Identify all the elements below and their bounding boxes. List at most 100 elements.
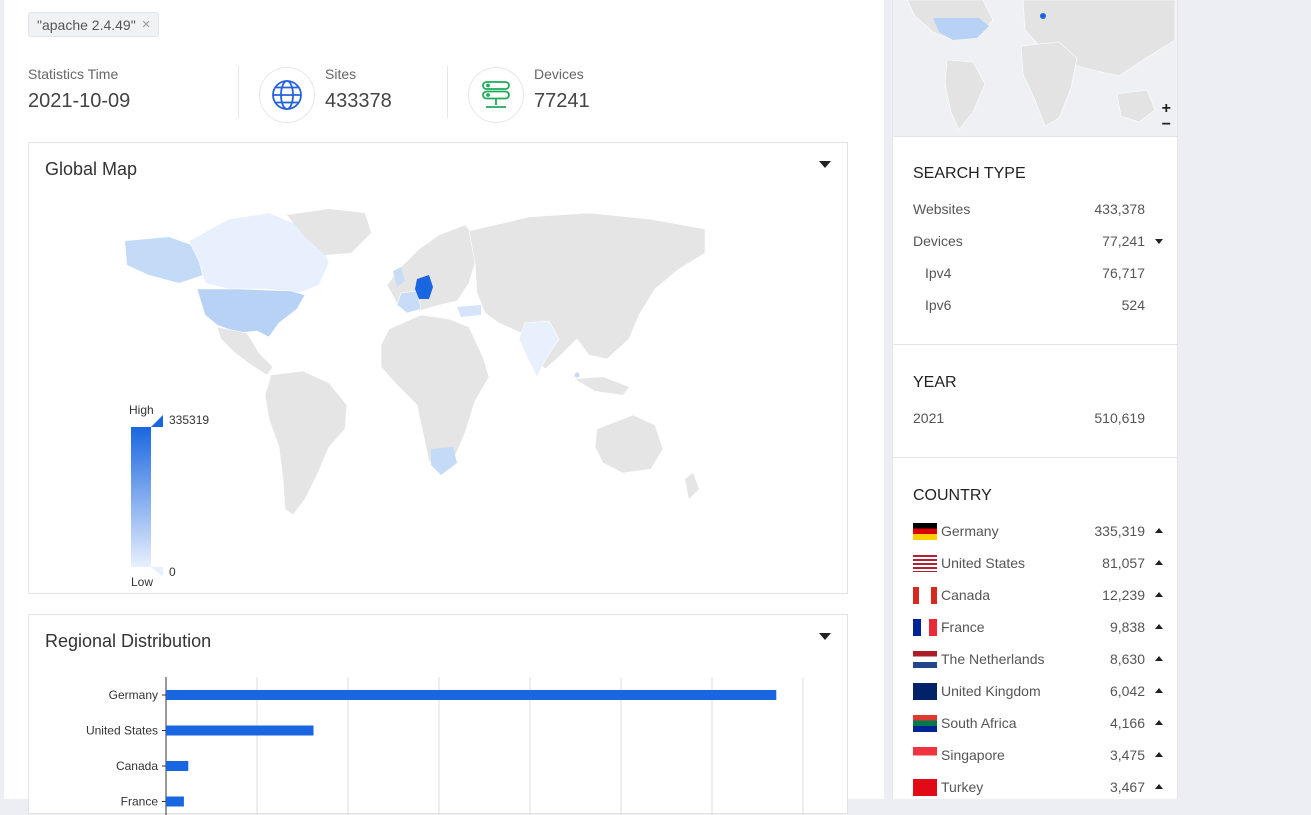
mini-map-canvas[interactable] — [893, 0, 1177, 136]
country-item[interactable]: South Africa 4,166 — [913, 713, 1163, 733]
legend-min-value: 0 — [169, 565, 176, 579]
filter-item-websites[interactable]: Websites 433,378 — [913, 199, 1163, 219]
map-region-usa — [196, 288, 306, 338]
country-label: France — [941, 619, 985, 635]
country-section: COUNTRY Germany 335,319 United States 81,05… — [893, 457, 1177, 799]
caret-up-icon[interactable] — [1155, 623, 1163, 631]
country-item[interactable]: United Kingdom 6,042 — [913, 681, 1163, 701]
filter-item-devices[interactable]: Devices 77,241 — [913, 231, 1163, 251]
regional-distribution-panel: Regional Distribution Germany United Stat… — [28, 614, 848, 815]
turkey-flag-icon — [913, 778, 937, 796]
country-count: 6,042 — [1109, 683, 1145, 699]
stat-devices-label: Devices — [534, 66, 584, 82]
stat-time: Statistics Time 2021-10-09 — [28, 66, 130, 118]
search-tag-label: "apache 2.4.49" — [37, 16, 136, 33]
country-item[interactable]: Canada 12,239 — [913, 585, 1163, 605]
section-title: YEAR — [913, 374, 957, 391]
global-map-panel: Global Map High 335319 Low 0 — [28, 142, 848, 594]
bar[interactable] — [166, 796, 184, 807]
filter-label: 2021 — [913, 410, 945, 426]
bar-label: Canada — [116, 759, 158, 773]
country-item[interactable]: France 9,838 — [913, 617, 1163, 637]
map-region-south-america — [264, 370, 348, 516]
country-item[interactable]: Turkey 3,467 — [913, 777, 1163, 797]
bar-label: United States — [86, 724, 158, 738]
filter-item-year[interactable]: 2021 510,619 — [913, 408, 1163, 428]
legend-handle-high[interactable] — [151, 415, 163, 427]
netherlands-flag-icon — [913, 650, 937, 668]
country-count: 4,166 — [1109, 715, 1145, 731]
divider — [238, 66, 239, 118]
legend-high-label: High — [129, 403, 154, 417]
singapore-flag-icon — [913, 746, 937, 764]
stat-devices: Devices 77241 — [534, 66, 590, 118]
south-africa-flag-icon — [913, 714, 937, 732]
stat-sites: Sites 433378 — [325, 66, 392, 118]
bar[interactable] — [166, 725, 314, 736]
zoom-in-button[interactable]: + — [1162, 101, 1171, 117]
country-item[interactable]: Germany 335,319 — [913, 521, 1163, 541]
country-label: United Kingdom — [941, 683, 1041, 699]
filter-count: 524 — [1121, 297, 1145, 313]
map-region-south-africa — [431, 447, 457, 475]
regional-bar-chart: Germany United States Canada France — [86, 677, 804, 815]
country-count: 9,838 — [1109, 619, 1145, 635]
mini-map[interactable]: + − — [893, 0, 1177, 136]
bar[interactable] — [166, 761, 189, 771]
map-region-asia — [468, 212, 706, 370]
main-content: "apache 2.4.49" × Statistics Time 2021-1… — [4, 0, 884, 815]
filter-sidebar: + − SEARCH TYPE Websites 433,378 Devices… — [892, 0, 1178, 799]
country-item[interactable]: Singapore 3,475 — [913, 745, 1163, 765]
caret-up-icon[interactable] — [1155, 751, 1163, 759]
server-icon — [468, 67, 524, 123]
country-count: 8,630 — [1109, 651, 1145, 667]
stat-time-value: 2021-10-09 — [28, 90, 131, 112]
country-count: 3,475 — [1109, 747, 1145, 763]
caret-up-icon[interactable] — [1155, 527, 1163, 535]
country-item[interactable]: United States 81,057 — [913, 553, 1163, 573]
filter-count: 510,619 — [1094, 410, 1145, 426]
country-label: Canada — [941, 587, 991, 603]
world-map[interactable] — [29, 143, 847, 593]
map-region-indonesia — [575, 377, 629, 395]
legend-low-label: Low — [131, 575, 154, 589]
country-label: Turkey — [941, 779, 984, 795]
close-icon[interactable]: × — [142, 16, 151, 33]
mini-map-region-germany — [1040, 13, 1046, 19]
section-title: COUNTRY — [913, 487, 992, 504]
stat-sites-label: Sites — [325, 66, 357, 82]
caret-up-icon[interactable] — [1155, 719, 1163, 727]
zoom-out-button[interactable]: − — [1162, 117, 1171, 133]
filter-label: Websites — [913, 201, 971, 217]
caret-up-icon[interactable] — [1155, 783, 1163, 791]
caret-down-icon[interactable] — [1155, 237, 1163, 245]
france-flag-icon — [913, 618, 937, 636]
country-label: Germany — [941, 523, 999, 539]
map-region-australia — [594, 414, 664, 474]
caret-up-icon[interactable] — [1155, 591, 1163, 599]
country-count: 335,319 — [1094, 523, 1145, 539]
country-label: The Netherlands — [941, 651, 1045, 667]
filter-count: 76,717 — [1102, 265, 1145, 281]
filter-item-ipv4[interactable]: Ipv4 76,717 — [913, 263, 1163, 283]
legend-gradient[interactable] — [131, 427, 151, 567]
country-item[interactable]: The Netherlands 8,630 — [913, 649, 1163, 669]
globe-icon — [259, 67, 315, 123]
caret-up-icon[interactable] — [1155, 559, 1163, 567]
country-count: 3,467 — [1109, 779, 1145, 795]
caret-up-icon[interactable] — [1155, 687, 1163, 695]
stat-time-label: Statistics Time — [28, 66, 119, 82]
country-count: 12,239 — [1102, 587, 1145, 603]
year-section: YEAR 2021 510,619 — [893, 344, 1177, 457]
filter-item-ipv6[interactable]: Ipv6 524 — [913, 295, 1163, 315]
country-label: Singapore — [941, 747, 1005, 763]
legend-max-value: 335319 — [169, 413, 210, 427]
caret-up-icon[interactable] — [1155, 655, 1163, 663]
filter-label: Devices — [913, 233, 963, 249]
stat-sites-value: 433378 — [325, 90, 392, 112]
germany-flag-icon — [913, 522, 937, 540]
bar[interactable] — [166, 690, 777, 700]
country-label: South Africa — [941, 715, 1017, 731]
map-region-singapore — [574, 372, 580, 378]
search-tag[interactable]: "apache 2.4.49" × — [28, 12, 160, 37]
